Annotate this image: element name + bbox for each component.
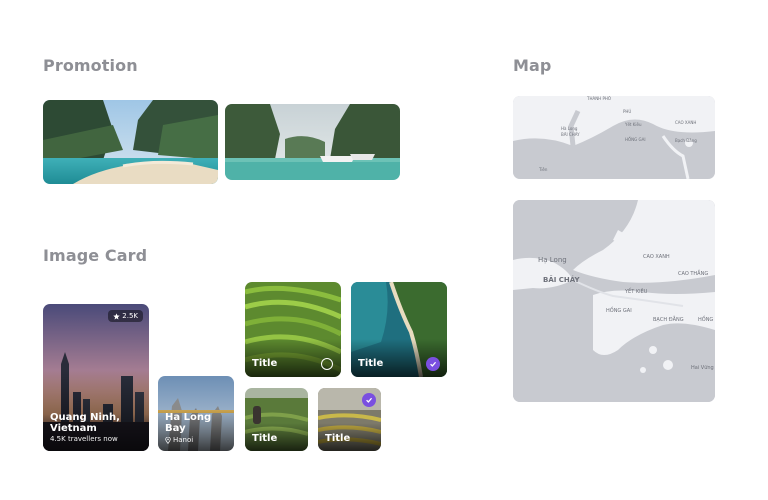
map-heading: Map [513, 56, 552, 75]
location-pin-icon [165, 436, 171, 444]
map-label: Bạch Đằng [675, 138, 697, 143]
map-label: YẾT KIÊU [624, 287, 648, 295]
card-title: Ha Long Bay [165, 412, 212, 434]
map-large-canvas: Hạ Long BÃI CHÁY CAO XANH CAO THẮNG YẾT … [513, 200, 715, 402]
card-title: Title [325, 433, 351, 444]
check-icon [430, 361, 437, 367]
destination-card-quang-ninh[interactable]: 2.5K Quang Ninh, Vietnam 4.5K travellers… [43, 304, 149, 451]
rating-badge: 2.5K [108, 310, 143, 322]
map-label: Tiên [538, 167, 548, 172]
map-label: BÃI CHÁY [561, 132, 580, 137]
image-card-heading: Image Card [43, 246, 148, 265]
map-label: BẠCH ĐẰNG [653, 315, 684, 323]
bay-photo [43, 100, 218, 184]
map-label: HỒNG GAI [625, 137, 646, 142]
map-label: Hà Long [561, 126, 578, 131]
select-card-rice-terrace[interactable]: Title [245, 282, 341, 377]
promotion-heading: Promotion [43, 56, 138, 75]
map-label: Yết Kiêu [624, 122, 642, 127]
selected-check[interactable] [426, 357, 440, 371]
map-label: CAO THẮNG [678, 269, 708, 277]
select-card-terrace-mist[interactable]: Title [318, 388, 381, 451]
map-label: CAO XANH [643, 254, 670, 260]
map-large[interactable]: Hạ Long BÃI CHÁY CAO XANH CAO THẮNG YẾT … [513, 200, 715, 402]
map-small[interactable]: THÀNH PHỐ PHÚ Hà Long BÃI CHÁY Yết Kiêu … [513, 96, 715, 179]
select-card-beach-aerial[interactable]: Title [351, 282, 447, 377]
promotion-banner-boats[interactable] [225, 104, 400, 180]
select-radio[interactable] [321, 358, 333, 370]
star-icon [113, 312, 120, 320]
check-icon [366, 397, 373, 403]
card-location: Hanoi [165, 436, 193, 444]
rating-count: 2.5K [122, 312, 138, 320]
location-text: Hanoi [173, 436, 194, 444]
map-small-canvas: THÀNH PHỐ PHÚ Hà Long BÃI CHÁY Yết Kiêu … [513, 96, 715, 179]
promotion-banner-bay[interactable] [43, 100, 218, 184]
card-title: Title [358, 358, 384, 369]
boats-photo [225, 104, 400, 180]
destination-card-ha-long[interactable]: Ha Long Bay Hanoi [158, 376, 234, 451]
selected-check[interactable] [362, 393, 376, 407]
map-label: Hạ Long [538, 256, 567, 264]
card-title: Quang Ninh, Vietnam [50, 412, 120, 434]
map-label: THÀNH PHỐ [586, 96, 611, 101]
map-label: Hai Vững [691, 365, 714, 371]
card-title: Title [252, 358, 278, 369]
card-subtitle: 4.5K travellers now [50, 435, 118, 443]
select-card-hiker[interactable]: Title [245, 388, 308, 451]
map-label: BÃI CHÁY [543, 275, 581, 284]
map-label: CAO XANH [675, 120, 696, 125]
map-label: PHÚ [623, 109, 631, 114]
card-title: Title [252, 433, 278, 444]
